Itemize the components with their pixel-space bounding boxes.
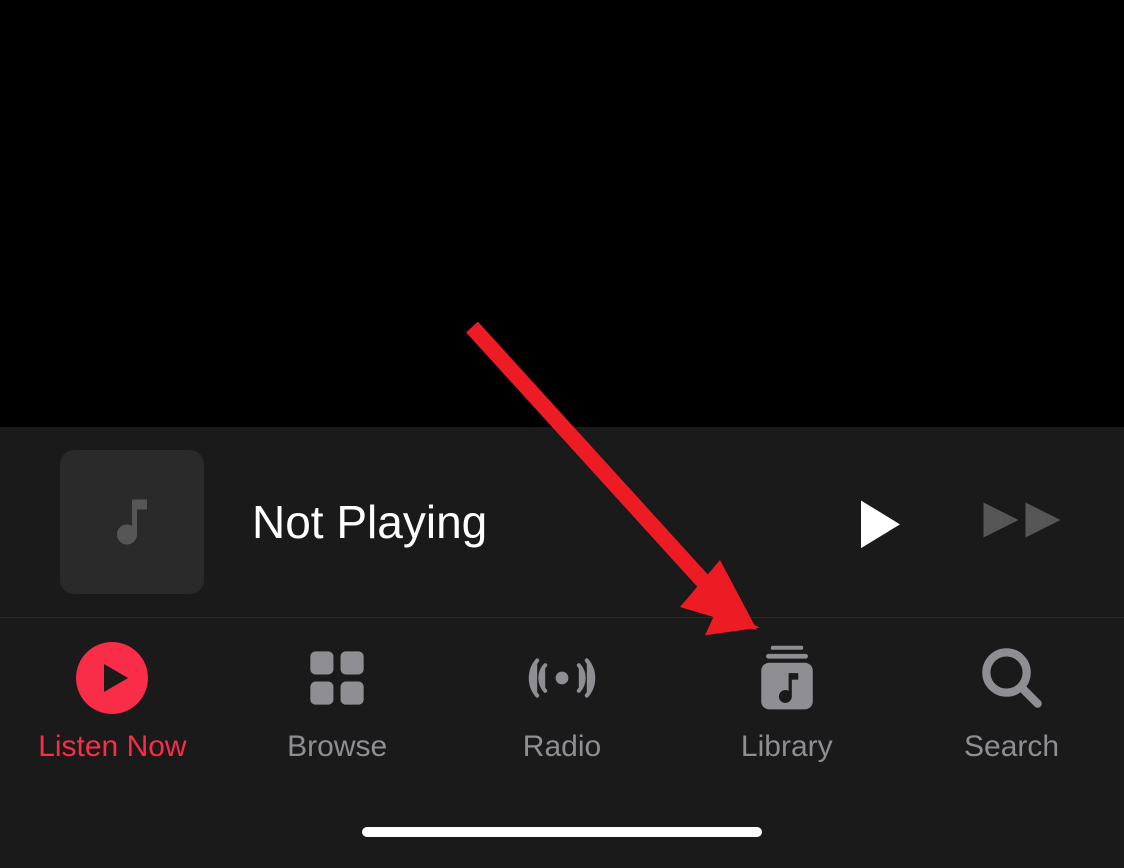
search-icon <box>976 642 1048 714</box>
tab-browse[interactable]: Browse <box>237 642 437 764</box>
library-icon <box>751 642 823 714</box>
forward-icon <box>980 496 1064 544</box>
tab-bar: Listen Now Browse R <box>0 618 1124 796</box>
album-art-placeholder <box>60 450 204 594</box>
home-indicator[interactable] <box>362 827 762 837</box>
now-playing-bar[interactable]: Not Playing <box>0 427 1124 618</box>
radio-icon <box>526 642 598 714</box>
tab-library[interactable]: Library <box>687 642 887 764</box>
music-note-icon <box>102 492 162 552</box>
play-icon <box>848 492 900 548</box>
tab-radio[interactable]: Radio <box>462 642 662 764</box>
forward-button[interactable] <box>980 496 1064 549</box>
play-button[interactable] <box>848 492 900 553</box>
browse-icon <box>301 642 373 714</box>
tab-label-search: Search <box>964 730 1059 764</box>
content-area <box>0 0 1124 427</box>
tab-search[interactable]: Search <box>912 642 1112 764</box>
home-indicator-area <box>0 796 1124 868</box>
tab-label-radio: Radio <box>523 730 601 764</box>
playback-controls <box>848 492 1064 553</box>
tab-label-listen-now: Listen Now <box>38 730 186 764</box>
tab-label-browse: Browse <box>287 730 387 764</box>
tab-label-library: Library <box>741 730 833 764</box>
now-playing-status: Not Playing <box>252 495 848 549</box>
listen-now-icon <box>76 642 148 714</box>
tab-listen-now[interactable]: Listen Now <box>12 642 212 764</box>
